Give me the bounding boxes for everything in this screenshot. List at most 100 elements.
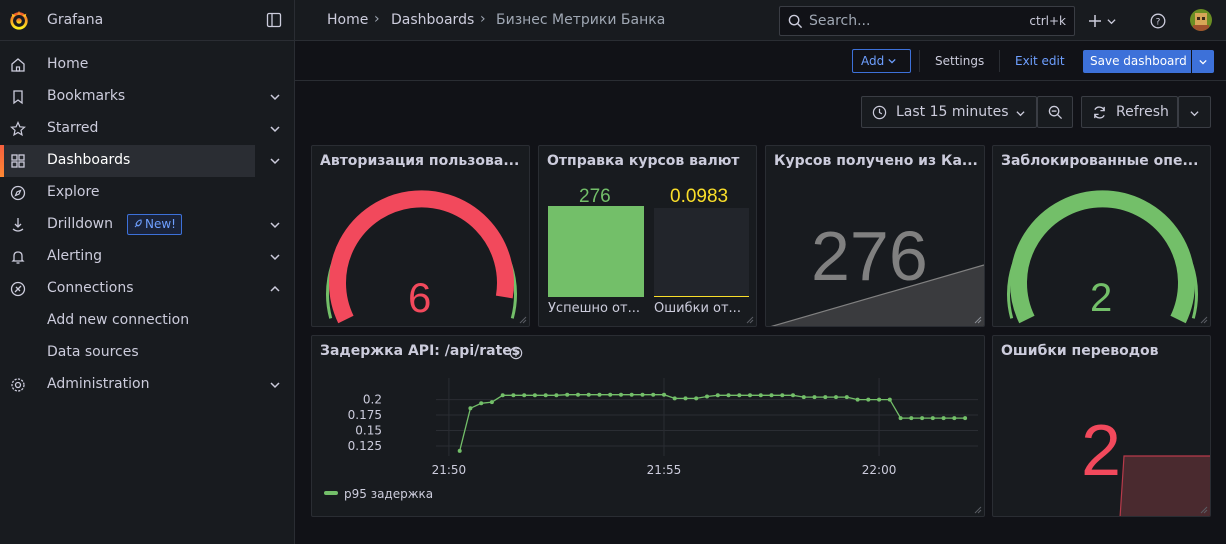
data-point [543,393,548,398]
rocket-icon [134,219,142,228]
settings-button[interactable]: Settings [935,54,984,68]
chevron-up-icon[interactable] [270,284,280,294]
bar-value-success: 276 [579,186,611,207]
data-point [758,393,763,398]
chevron-down-icon[interactable] [270,380,280,390]
sidebar-item-drilldown[interactable]: Drilldown New! [0,209,255,241]
refresh-interval-picker[interactable] [1178,96,1211,128]
resize-handle-icon[interactable] [972,314,982,324]
data-point [619,392,623,397]
panel-latency[interactable]: Задержка API: /api/rates 0.2 0.175 0.15 0.1… [311,335,985,517]
chevron-down-icon [1190,111,1199,117]
exit-edit-button[interactable]: Exit edit [1015,54,1065,68]
top-bar: Grafana Home › Dashboards › Бизнес Метри… [0,0,1226,41]
search-placeholder: Search... [809,13,871,29]
bar-errors [654,208,749,297]
badge-label: New! [145,217,176,231]
sidebar-subitem-add-new-connection[interactable]: Add new connection [47,312,189,328]
breadcrumb-separator: › [374,11,380,27]
sidebar-item-label: Bookmarks [47,88,126,104]
panel-rates-received[interactable]: Курсов получено из Ка... 276 [765,145,985,327]
sync-icon [1094,106,1105,119]
data-point [640,392,645,397]
chevron-down-icon[interactable] [270,124,280,134]
plus-icon [1089,15,1101,27]
panel-blocked[interactable]: Заблокированные опе... 2 [992,145,1211,327]
zoom-out-button[interactable] [1037,96,1073,128]
save-dashboard-button[interactable]: Save dashboard [1083,50,1191,73]
new-button[interactable] [1088,12,1116,31]
refresh-button[interactable]: Refresh [1081,96,1178,128]
breadcrumb-dashboards[interactable]: Dashboards [391,12,474,28]
data-point [812,395,817,400]
sidebar-item-starred[interactable]: Starred [0,113,255,145]
search-shortcut: ctrl+k [1029,14,1066,28]
panel-transfer-errors[interactable]: Ошибки переводов 2 [992,335,1211,517]
gauge-value: 6 [408,274,432,321]
chevron-down-icon[interactable] [270,220,280,230]
data-point [855,397,860,402]
data-point [801,395,806,400]
data-point [823,395,828,400]
sidebar-item-home[interactable]: Home [0,49,255,81]
data-point [941,416,946,421]
data-point [565,392,570,397]
sidebar-item-dashboards[interactable]: Dashboards [0,145,255,177]
sidebar-item-alerting[interactable]: Alerting [0,241,255,273]
connections-icon [10,281,26,297]
stat-value: 276 [811,217,928,295]
data-point [511,393,516,398]
sidebar-item-administration[interactable]: Administration [0,369,255,401]
data-point [532,393,537,398]
resize-handle-icon[interactable] [972,504,982,514]
data-point [963,416,968,421]
sidebar-item-label: Starred [47,120,99,136]
chevron-down-icon[interactable] [270,252,280,262]
resize-handle-icon[interactable] [1198,314,1208,324]
star-icon [10,121,26,137]
bar-label-errors: Ошибки от... [654,301,741,316]
sidebar-subitem-data-sources[interactable]: Data sources [47,344,139,360]
sidebar-item-bookmarks[interactable]: Bookmarks [0,81,255,113]
legend-item[interactable]: p95 задержка [324,486,433,502]
data-point [500,393,505,398]
resize-handle-icon[interactable] [517,314,527,324]
panel-title: Отправка курсов валют [547,153,740,169]
compass-icon [10,185,26,201]
breadcrumb-home[interactable]: Home [327,12,368,28]
refresh-label: Refresh [1116,104,1169,120]
add-button[interactable]: Add [852,49,911,73]
zoom-out-icon [1048,105,1063,120]
y-tick-label: 0.125 [348,439,382,453]
bar-label-success: Успешно от... [548,301,640,316]
save-options-button[interactable] [1192,50,1214,73]
chevron-down-icon[interactable] [270,92,280,102]
search-icon [788,14,803,29]
search-input[interactable]: Search... ctrl+k [779,6,1075,36]
sidebar-item-connections[interactable]: Connections [0,273,255,305]
dock-menu-icon[interactable] [266,12,282,28]
stat-value: 2 [1081,411,1122,491]
panel-rates-sent[interactable]: Отправка курсов валют 276 0.0983 Успешно… [538,145,757,327]
data-point [586,392,591,397]
resize-handle-icon[interactable] [1198,504,1208,514]
data-point [683,396,688,401]
sidebar-item-label: Alerting [47,248,102,264]
data-point [898,416,903,421]
sidebar-item-explore[interactable]: Explore [0,177,255,209]
time-range-picker[interactable]: Last 15 minutes [861,96,1037,128]
resize-handle-icon[interactable] [744,314,754,324]
sidebar-nav: Home Bookmarks Starred Dashboards Explor… [0,41,295,544]
data-point [844,395,849,400]
svg-text:?: ? [1156,18,1161,28]
chevron-down-icon[interactable] [270,156,280,166]
grafana-logo-icon[interactable] [8,9,30,31]
data-point [694,396,699,401]
sidebar-item-label: Drilldown [47,216,113,232]
user-avatar[interactable] [1190,9,1212,31]
chevron-down-icon [1199,59,1207,65]
help-icon[interactable]: ? [1150,13,1166,29]
panel-auth[interactable]: Авторизация пользова... 6 [311,145,530,327]
data-point [780,393,785,398]
sidebar-item-label: Explore [47,184,100,200]
